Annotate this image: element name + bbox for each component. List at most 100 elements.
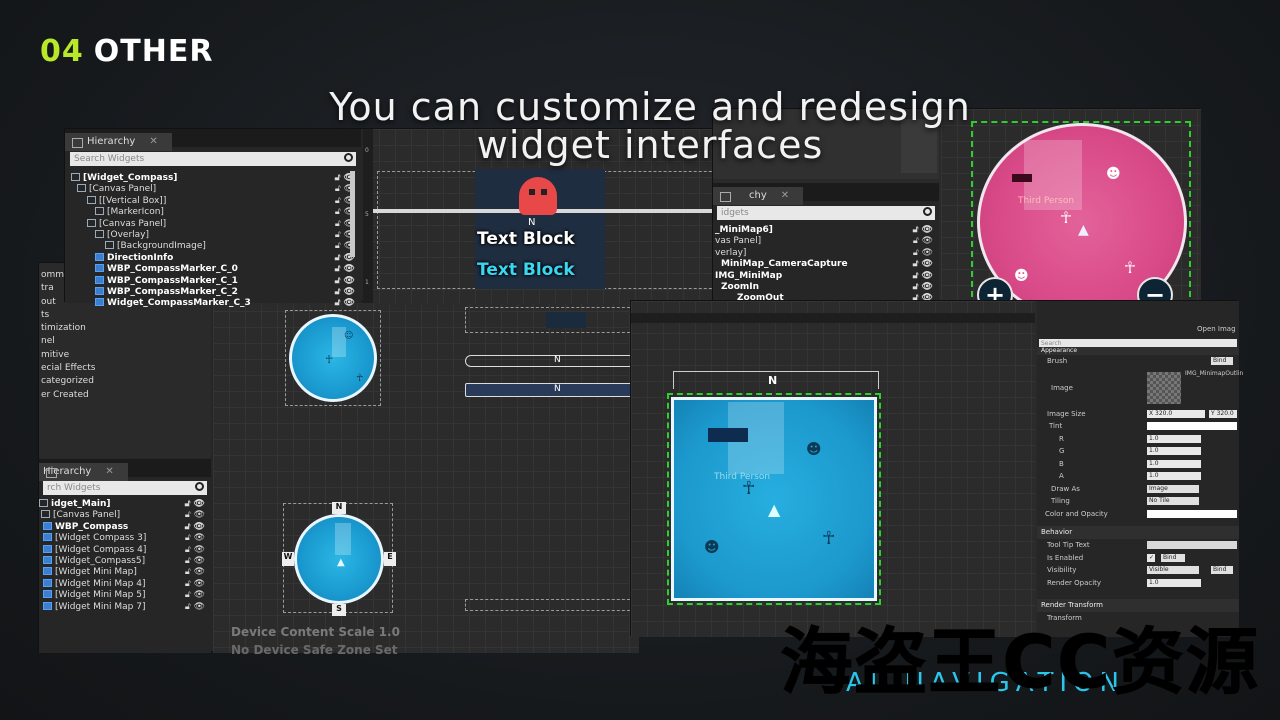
palette-category[interactable]: er Created [39, 389, 211, 402]
tree-item[interactable]: [Widget Mini Map 5] 🔓︎ 👁︎ [39, 590, 211, 601]
lock-eye-icon[interactable]: 🔓︎ 👁︎ [913, 259, 933, 270]
g-value[interactable]: 1.0 [1147, 447, 1201, 455]
lock-eye-icon[interactable]: 🔓︎ 👁︎ [185, 510, 205, 521]
tree-item[interactable]: [Canvas Panel] 🔓︎ 👁︎ [65, 184, 361, 195]
tree-item[interactable]: [BackgroundImage] 🔓︎ 👁︎ [65, 241, 361, 252]
tooltip-label: Tool Tip Text [1047, 541, 1090, 549]
compass-widget-selection[interactable]: ▲ N S W E [282, 502, 396, 616]
lock-eye-icon[interactable]: 🔓︎ 👁︎ [185, 545, 205, 556]
tree-item[interactable]: idget_Main] 🔓︎ 👁︎ [39, 499, 211, 510]
lock-eye-icon[interactable]: 🔓︎ 👁︎ [185, 533, 205, 544]
search-input-mini[interactable]: idgets [717, 206, 935, 220]
lock-eye-icon[interactable]: 🔓︎ 👁︎ [185, 579, 205, 590]
tree-item[interactable]: [Widget Compass 4] 🔓︎ 👁︎ [39, 544, 211, 556]
tree-item[interactable]: verlay] 🔓︎ 👁︎ [713, 248, 939, 259]
palette-category[interactable]: ts [39, 309, 211, 322]
r-value[interactable]: 1.0 [1147, 434, 1201, 443]
color-opacity-row: Color and Opacity [1037, 508, 1239, 521]
tree-item[interactable]: vas Panel] 🔓︎ 👁︎ [713, 236, 939, 247]
palette-category[interactable]: categorized [39, 375, 211, 388]
lock-eye-icon[interactable]: 🔓︎ 👁︎ [913, 248, 933, 259]
lock-eye-icon[interactable]: 🔓︎ 👁︎ [335, 287, 355, 298]
compass-bar-selection-1[interactable] [465, 307, 635, 333]
tree-item[interactable]: DirectionInfo 🔓︎ 👁︎ [65, 252, 361, 264]
compass-strip-2: N [465, 383, 635, 397]
radar-widget-selection[interactable]: ☺ ☥ ☥ [285, 310, 381, 406]
lock-eye-icon[interactable]: 🔓︎ 👁︎ [913, 271, 933, 282]
tree-item[interactable]: [Widget Mini Map] 🔓︎ 👁︎ [39, 567, 211, 578]
is-enabled-bind[interactable]: Bind [1161, 553, 1185, 562]
tree-item[interactable]: [Widget_Compass] 🔓︎ 👁︎ [65, 173, 361, 184]
lock-eye-icon[interactable]: 🔓︎ 👁︎ [185, 602, 205, 613]
lock-eye-icon[interactable]: 🔓︎ 👁︎ [913, 282, 933, 293]
lock-eye-icon[interactable]: 🔓︎ 👁︎ [185, 522, 205, 533]
b-value[interactable]: 1.0 [1147, 459, 1201, 468]
palette-category[interactable]: mitive [39, 349, 211, 362]
tint-swatch[interactable] [1147, 422, 1237, 430]
tree-item[interactable]: MiniMap_CameraCapture 🔓︎ 👁︎ [713, 259, 939, 270]
tree-item[interactable]: _MiniMap6] 🔓︎ 👁︎ [713, 225, 939, 236]
search-input-left[interactable]: rch Widgets [43, 481, 207, 495]
tree-item[interactable]: [Overlay] 🔓︎ 👁︎ [65, 229, 361, 241]
a-value[interactable]: 1.0 [1147, 472, 1201, 480]
tree-item[interactable]: [[Vertical Box]] 🔓︎ 👁︎ [65, 195, 361, 207]
close-icon[interactable]: ✕ [105, 466, 113, 477]
tree-item[interactable]: WBP_CompassMarker_C_2 🔓︎ 👁︎ [65, 286, 361, 298]
compass-bar-selection-2[interactable] [465, 599, 635, 611]
search-icon [923, 207, 932, 216]
palette-category[interactable]: ecial Effects [39, 362, 211, 375]
lock-eye-icon[interactable]: 🔓︎ 👁︎ [185, 499, 205, 510]
tree-item[interactable]: [Widget Mini Map 4] 🔓︎ 👁︎ [39, 578, 211, 590]
tree-item[interactable]: [Widget Mini Map 7] 🔓︎ 👁︎ [39, 601, 211, 613]
is-enabled-checkbox[interactable]: ✓ [1147, 553, 1155, 562]
tab-hierarchy-top[interactable]: Hierarchy ✕ [65, 133, 172, 151]
tree-item-label: [Canvas Panel] [53, 510, 121, 521]
visibility-dropdown[interactable]: Visible [1147, 566, 1199, 574]
tree-item[interactable]: IMG_MiniMap 🔓︎ 👁︎ [713, 271, 939, 282]
tiling-dropdown[interactable]: No Tile [1147, 497, 1199, 505]
tree-item[interactable]: [Canvas Panel] 🔓︎ 👁︎ [65, 218, 361, 230]
close-icon[interactable]: ✕ [781, 190, 789, 201]
lock-eye-icon[interactable]: 🔓︎ 👁︎ [913, 236, 933, 247]
r-label: R [1059, 434, 1064, 443]
tree-item[interactable]: WBP_CompassMarker_C_1 🔓︎ 👁︎ [65, 275, 361, 287]
tree-item[interactable]: ZoomIn 🔓︎ 👁︎ [713, 282, 939, 293]
search-placeholder: Search Widgets [74, 154, 145, 164]
compass-arrow-icon: ▲ [337, 557, 345, 568]
tab-hierarchy-left[interactable]: Hierarchy ✕ [39, 463, 128, 481]
image-size-x[interactable]: X 320.0 [1147, 409, 1205, 418]
tab-hierarchy-mini[interactable]: chy ✕ [713, 187, 804, 205]
compass-strip-blue-n: N [768, 374, 778, 387]
tree-item[interactable]: [Widget Compass 3] 🔓︎ 👁︎ [39, 533, 211, 544]
visibility-bind[interactable]: Bind [1211, 566, 1233, 574]
open-image-link[interactable]: Open Imag [1197, 325, 1236, 333]
lock-eye-icon[interactable]: 🔓︎ 👁︎ [185, 556, 205, 567]
lock-eye-icon[interactable]: 🔓︎ 👁︎ [185, 590, 205, 601]
draw-as-dropdown[interactable]: Image [1147, 484, 1199, 493]
lock-eye-icon[interactable]: 🔓︎ 👁︎ [185, 567, 205, 578]
tree-item[interactable]: Widget_CompassMarker_C_3 🔓︎ 👁︎ [65, 298, 361, 309]
tree-item[interactable]: [Canvas Panel] 🔓︎ 👁︎ [39, 510, 211, 521]
image-size-y[interactable]: Y 320.0 [1209, 409, 1237, 418]
render-opacity-value[interactable]: 1.0 [1147, 578, 1201, 587]
palette-category[interactable]: timization [39, 322, 211, 335]
tree-item-label: idget_Main] [51, 499, 111, 509]
lock-eye-icon[interactable]: 🔓︎ 👁︎ [335, 298, 355, 309]
tree-item[interactable]: [Widget_Compass5] 🔓︎ 👁︎ [39, 555, 211, 567]
lock-eye-icon[interactable]: 🔓︎ 👁︎ [913, 225, 933, 236]
tree-item[interactable]: WBP_CompassMarker_C_0 🔓︎ 👁︎ [65, 264, 361, 275]
scrollbar[interactable] [350, 171, 355, 257]
lock-eye-icon[interactable]: 🔓︎ 👁︎ [335, 276, 355, 287]
lock-eye-icon[interactable]: 🔓︎ 👁︎ [335, 264, 355, 275]
palette-category[interactable]: nel [39, 335, 211, 348]
color-opacity-swatch[interactable] [1147, 509, 1237, 518]
compass-strip-blue: N [673, 371, 879, 389]
tooltip-field[interactable] [1147, 541, 1237, 549]
tree-item[interactable]: WBP_Compass 🔓︎ 👁︎ [39, 521, 211, 533]
search-placeholder: rch Widgets [47, 483, 101, 493]
brush-bind-dropdown[interactable]: Bind [1211, 357, 1233, 365]
image-thumbnail[interactable] [1147, 371, 1181, 404]
tree-item[interactable]: [MarkerIcon] 🔓︎ 👁︎ [65, 207, 361, 218]
render-opacity-label: Render Opacity [1047, 578, 1102, 587]
close-icon[interactable]: ✕ [149, 136, 157, 147]
